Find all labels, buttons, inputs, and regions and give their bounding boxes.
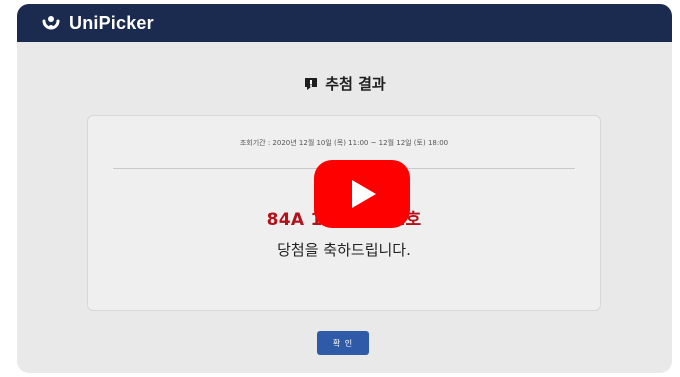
page-title-text: 추첨 결과 xyxy=(325,75,386,93)
unipicker-logo-icon xyxy=(39,11,63,35)
top-bar: UniPicker xyxy=(17,4,672,42)
brand-logo[interactable]: UniPicker xyxy=(39,11,154,35)
brand-name: UniPicker xyxy=(69,13,154,33)
exclamation-badge-icon xyxy=(303,76,319,92)
youtube-play-icon xyxy=(314,160,410,228)
confirm-button[interactable]: 확 인 xyxy=(317,331,369,355)
video-frame: UniPicker 추첨 결과 조회기간 : 2020년 12월 10일 (목)… xyxy=(17,4,672,373)
congrats-text: 당첨을 축하드립니다. xyxy=(277,241,411,259)
period-text: 조회기간 : 2020년 12월 10일 (목) 11:00 ~ 12월 12일… xyxy=(239,139,449,147)
page-title: 추첨 결과 xyxy=(17,75,672,93)
play-button[interactable] xyxy=(314,160,410,228)
